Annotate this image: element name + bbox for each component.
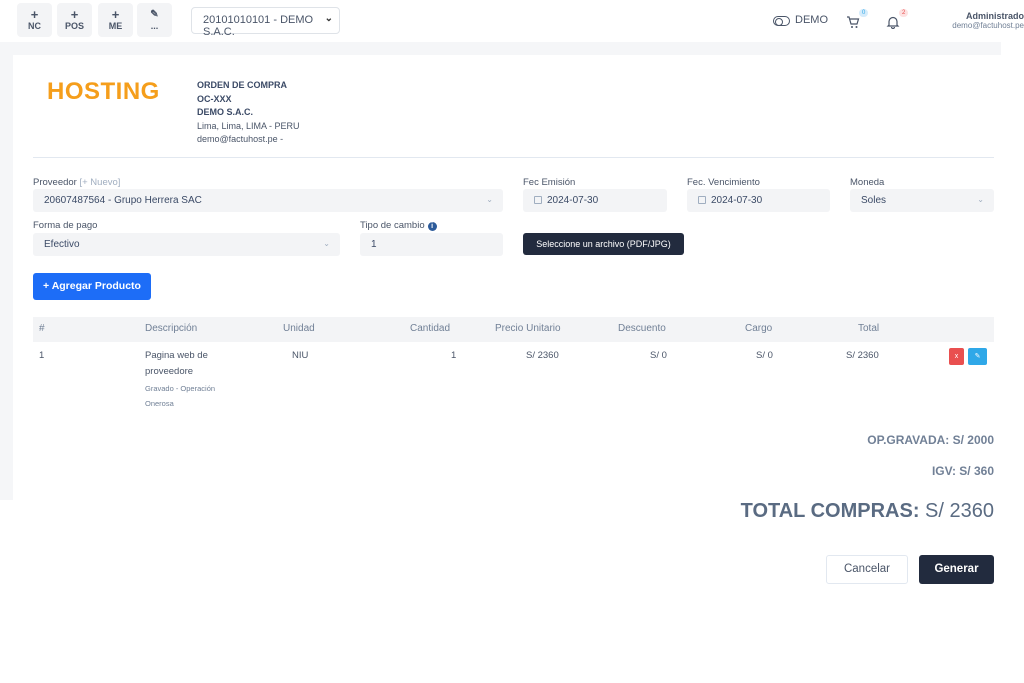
cancel-button[interactable]: Cancelar	[826, 555, 908, 584]
document-header: ORDEN DE COMPRA OC-XXX DEMO S.A.C. Lima,…	[197, 79, 300, 147]
page-background	[13, 42, 1001, 55]
plus-icon: +	[30, 7, 39, 22]
company-email: demo@factuhost.pe -	[197, 134, 284, 144]
col-total: Total	[858, 323, 880, 334]
row-affectation: Gravado - Operación Onerosa	[145, 384, 216, 408]
col-cargo: Cargo	[745, 323, 773, 334]
row-charge: S/ 0	[756, 350, 773, 361]
doc-number: OC-XXX	[197, 93, 232, 104]
pencil-icon: ✎	[150, 9, 159, 20]
op-gravada-total: OP.GRAVADA: S/ 2000	[867, 433, 994, 447]
cart-badge: 0	[859, 9, 869, 17]
igv-total: IGV: S/ 360	[931, 464, 994, 478]
new-credit-note-button[interactable]: + NC	[17, 3, 52, 37]
notification-badge: 2	[899, 9, 909, 17]
bell-icon[interactable]	[886, 15, 900, 29]
chevron-down-icon: ⌄	[324, 13, 333, 24]
info-icon[interactable]: i	[427, 222, 437, 231]
row-quantity: 1	[451, 350, 457, 361]
fec-emision-input[interactable]: 2024-07-30	[523, 189, 667, 212]
chevron-down-icon: ⌄	[977, 195, 984, 204]
moneda-label: Moneda	[850, 177, 885, 188]
row-unit-price: S/ 2360	[526, 350, 559, 361]
new-supplier-link[interactable]: [+ Nuevo]	[79, 177, 120, 188]
cart-icon[interactable]	[846, 15, 860, 29]
new-me-button[interactable]: + ME	[98, 3, 133, 37]
moneda-select[interactable]: Soles ⌄	[850, 189, 994, 212]
user-name: Administrado	[965, 11, 1024, 21]
company-select[interactable]: 20101010101 - DEMO S.A.C. ⌄	[191, 7, 340, 38]
calendar-icon	[534, 196, 542, 204]
fec-vencimiento-label: Fec. Vencimiento	[687, 177, 760, 188]
demo-label: DEMO	[795, 14, 828, 26]
user-email: demo@factuhost.pe	[952, 21, 1024, 30]
row-unit: NIU	[292, 350, 309, 361]
fec-vencimiento-input[interactable]: 2024-07-30	[687, 189, 830, 212]
forma-pago-select[interactable]: Efectivo ⌄	[33, 233, 340, 256]
new-pos-button[interactable]: + POS	[57, 3, 92, 37]
company-logo: HOSTING	[47, 78, 160, 105]
page-background	[0, 42, 13, 500]
fec-emision-label: Fec Emisión	[523, 177, 576, 188]
tipo-cambio-label: Tipo de cambio i	[360, 220, 437, 231]
chevron-down-icon: ⌄	[323, 239, 330, 248]
company-name: DEMO S.A.C.	[197, 107, 254, 117]
add-product-button[interactable]: + Agregar Producto	[33, 273, 151, 300]
proveedor-label: Proveedor [+ Nuevo]	[33, 177, 121, 188]
row-num: 1	[39, 350, 45, 361]
col-cantidad: Cantidad	[410, 323, 451, 334]
forma-pago-label: Forma de pago	[33, 220, 98, 231]
demo-toggle-icon[interactable]	[773, 16, 790, 26]
row-discount: S/ 0	[650, 350, 667, 361]
generate-button[interactable]: Generar	[919, 555, 994, 584]
top-bar: + NC + POS + ME ✎ ... 20101010101 - DEMO…	[0, 0, 1024, 42]
delete-row-button[interactable]: x	[949, 348, 964, 365]
more-options-button[interactable]: ✎ ...	[137, 3, 172, 37]
col-descripcion: Descripción	[145, 323, 198, 334]
col-unidad: Unidad	[283, 323, 315, 334]
doc-type: ORDEN DE COMPRA	[197, 80, 288, 90]
col-precio-unitario: Precio Unitario	[495, 323, 561, 334]
user-menu[interactable]: Administrado demo@factuhost.pe	[922, 11, 1024, 31]
plus-icon: +	[111, 7, 120, 22]
company-location: Lima, Lima, LIMA - PERU	[197, 120, 300, 131]
tipo-cambio-input[interactable]: 1	[360, 233, 503, 256]
plus-icon: +	[70, 7, 79, 22]
proveedor-select[interactable]: 20607487564 - Grupo Herrera SAC ⌄	[33, 189, 503, 212]
divider	[33, 157, 994, 158]
calendar-icon	[698, 196, 706, 204]
chevron-down-icon: ⌄	[486, 195, 493, 204]
total-compras: TOTAL COMPRAS: S/ 2360	[740, 500, 994, 522]
row-total: S/ 2360	[846, 350, 879, 361]
col-num: #	[39, 323, 45, 334]
row-description: Pagina web de proveedore Gravado - Opera…	[145, 348, 245, 411]
file-upload-button[interactable]: Seleccione un archivo (PDF/JPG)	[523, 233, 684, 255]
col-descuento: Descuento	[618, 323, 666, 334]
edit-row-button[interactable]: ✎	[968, 348, 987, 365]
